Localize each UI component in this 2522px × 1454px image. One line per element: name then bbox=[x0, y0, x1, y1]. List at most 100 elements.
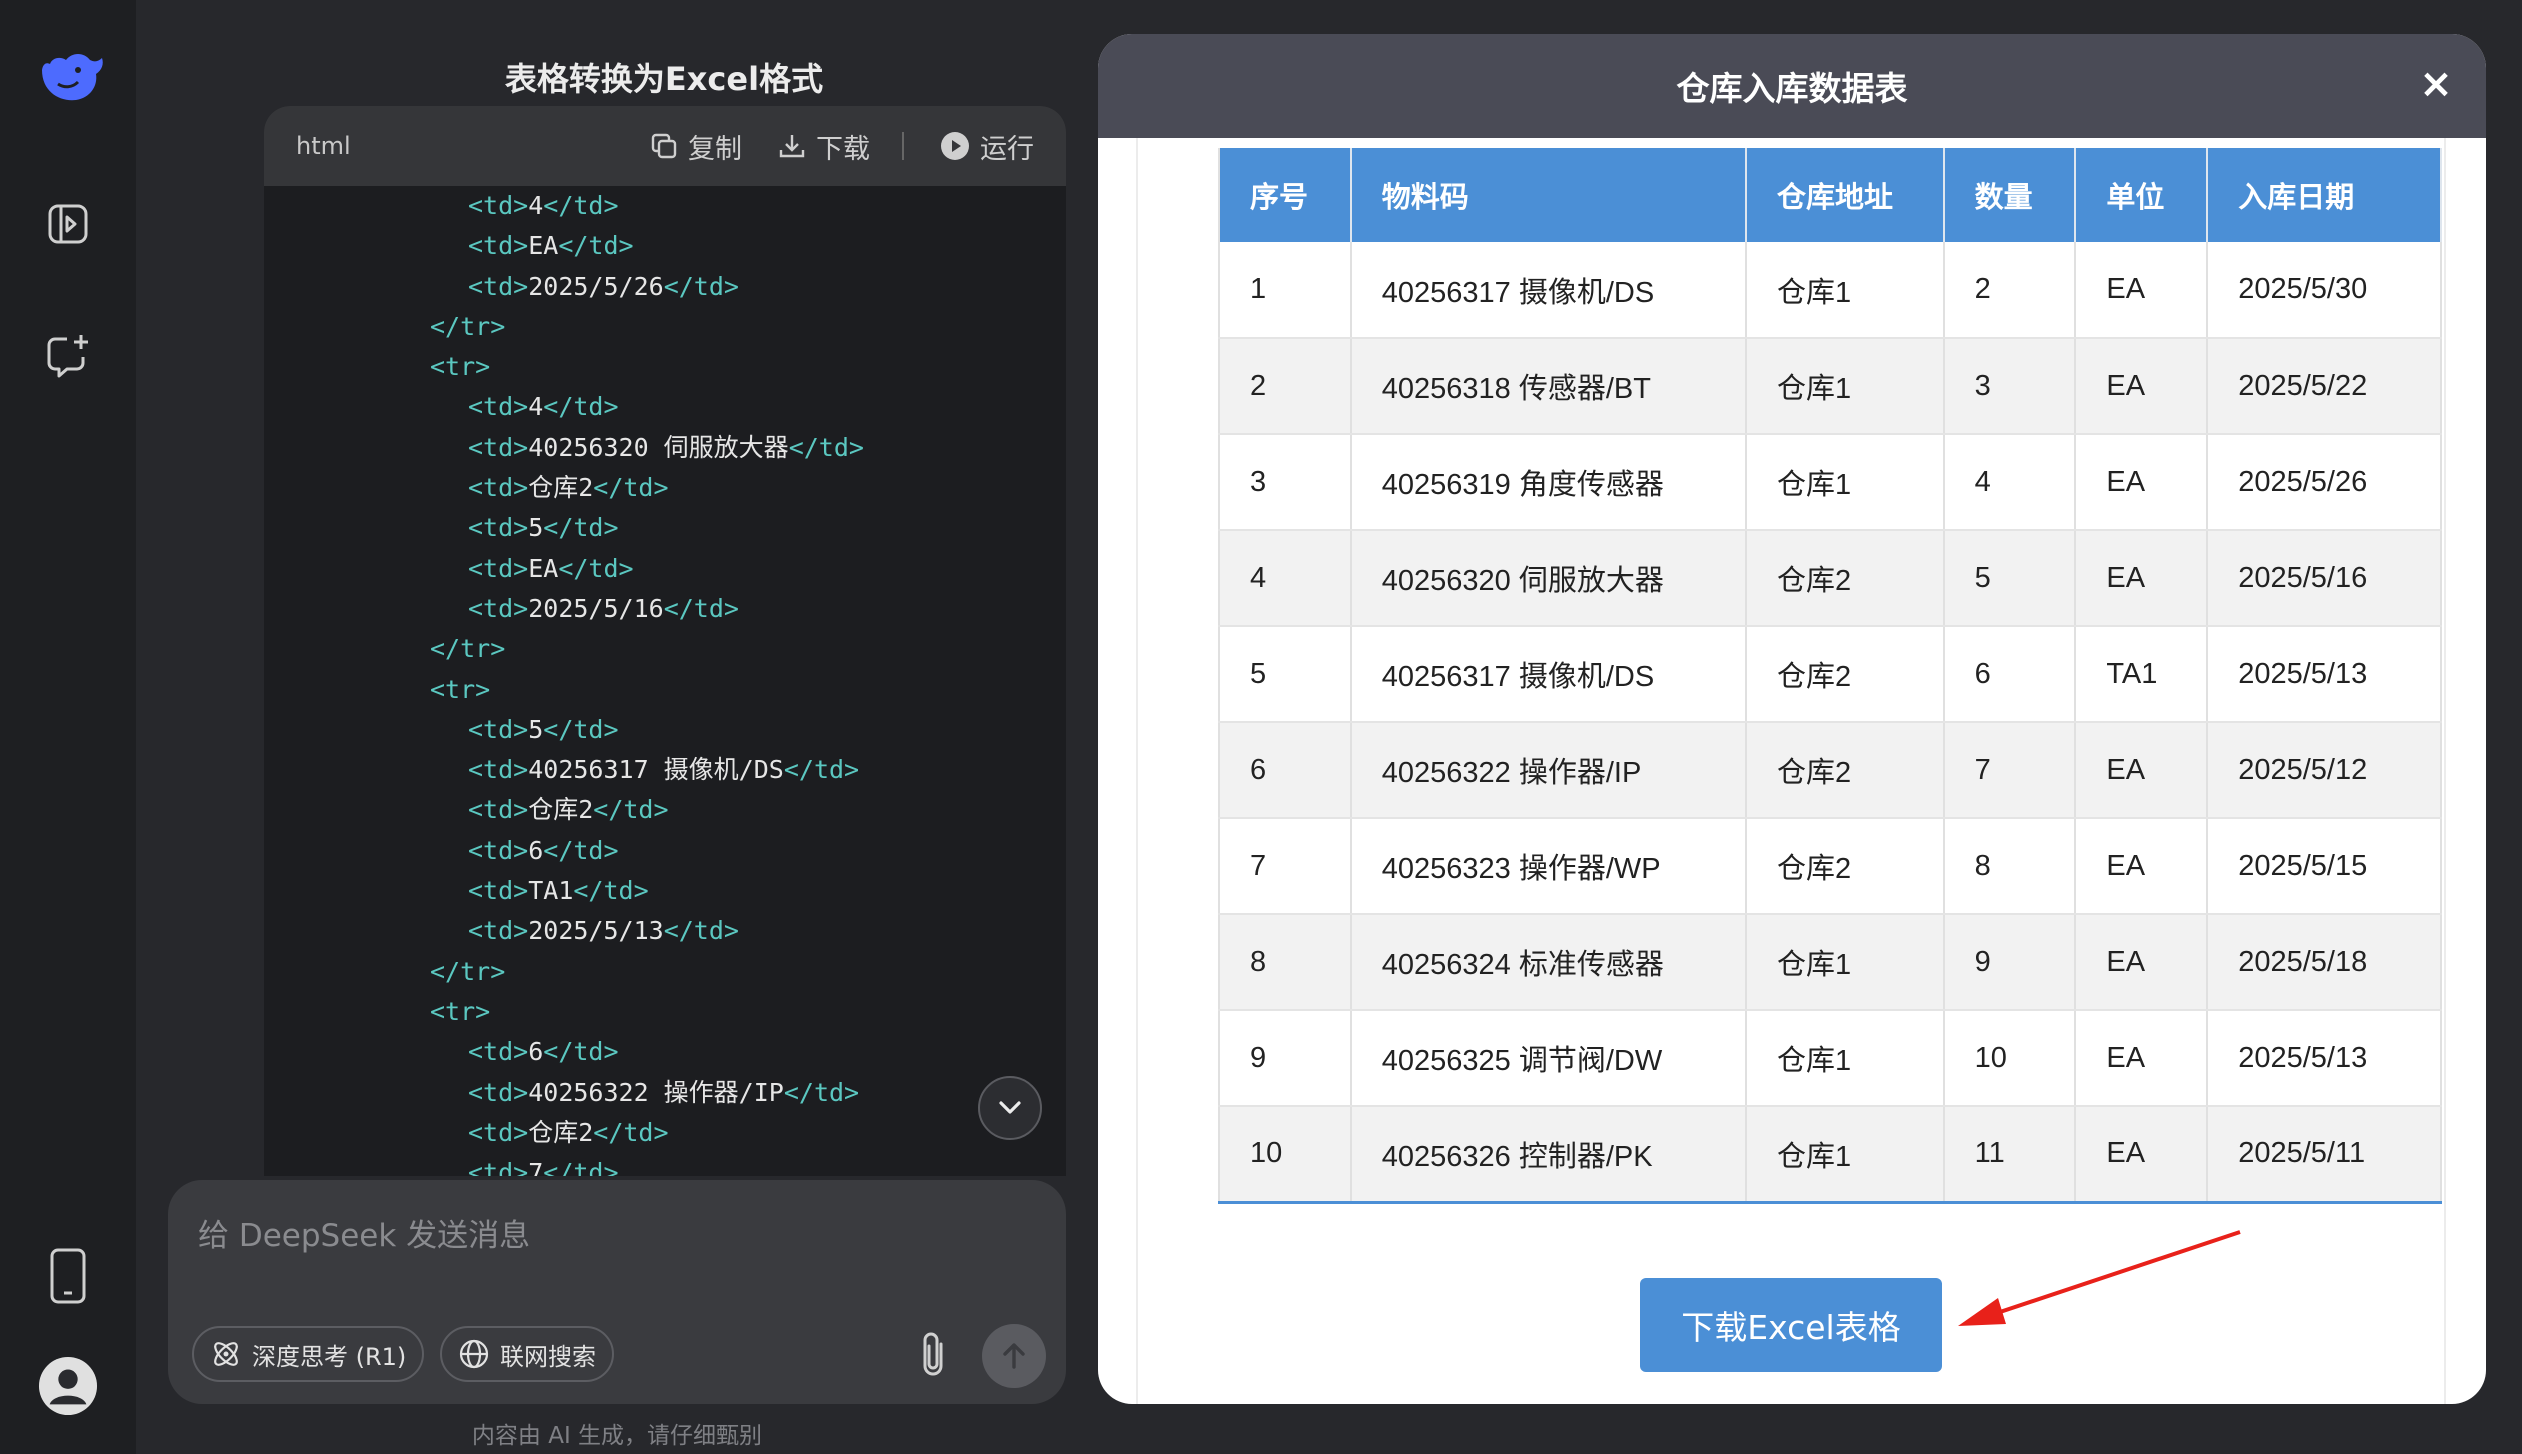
annotation-arrow bbox=[1958, 1230, 2241, 1326]
copy-button[interactable]: 复制 bbox=[650, 127, 742, 166]
table-cell: 4 bbox=[1943, 434, 2077, 531]
column-header[interactable]: 数量 bbox=[1943, 148, 2077, 242]
code-tag-close: </td> bbox=[663, 271, 739, 301]
warehouse-table: 序号 物料码 仓库地址 数量 单位 入库日期 1 40256317 摄像机/DS 仓库1 2 EA… bbox=[1218, 148, 2442, 1204]
phone-icon[interactable] bbox=[38, 1246, 98, 1306]
scroll-to-bottom-button[interactable] bbox=[978, 1076, 1042, 1140]
table-cell: 仓库1 bbox=[1746, 1106, 1945, 1204]
code-tag-open: </tr> bbox=[430, 634, 506, 664]
code-line: <td>6</td> bbox=[264, 1032, 1066, 1072]
column-header[interactable]: 单位 bbox=[2075, 148, 2209, 242]
send-button[interactable] bbox=[982, 1324, 1046, 1388]
table-cell: TA1 bbox=[2075, 626, 2209, 723]
table-cell: 仓库1 bbox=[1746, 1010, 1945, 1107]
code-tag-close: </td> bbox=[788, 432, 864, 462]
code-line: </tr> bbox=[264, 307, 1066, 347]
code-content: <td>4</td> <td>EA</td> <td>2025/5/26</td> <… bbox=[264, 186, 1066, 1176]
column-header[interactable]: 入库日期 bbox=[2207, 148, 2442, 242]
table-cell: 40256317 摄像机/DS bbox=[1350, 242, 1748, 339]
code-line: <td>2025/5/16</td> bbox=[264, 589, 1066, 629]
table-cell: 2025/5/26 bbox=[2207, 434, 2442, 531]
table-cell: 仓库2 bbox=[1746, 818, 1945, 915]
table-cell: 2025/5/12 bbox=[2207, 722, 2442, 819]
avatar-icon[interactable] bbox=[38, 1356, 98, 1416]
code-text: 仓库2 bbox=[528, 1117, 594, 1147]
code-tag-open: <td> bbox=[468, 191, 529, 220]
code-tag-open: <tr> bbox=[430, 674, 491, 704]
deepseek-logo[interactable] bbox=[32, 40, 108, 110]
download-code-button[interactable]: 下载 bbox=[778, 127, 870, 166]
code-text: 6 bbox=[528, 835, 544, 865]
table-cell: EA bbox=[2075, 530, 2209, 627]
modal-title: 仓库入库数据表 bbox=[1676, 69, 1908, 108]
code-tag-open: </tr> bbox=[430, 956, 506, 986]
column-header[interactable]: 物料码 bbox=[1350, 148, 1748, 242]
download-icon bbox=[779, 135, 805, 158]
code-text: 仓库2 bbox=[528, 473, 594, 503]
left-rail bbox=[0, 0, 136, 1454]
code-tag-open: <td> bbox=[468, 513, 529, 543]
table-cell: 2025/5/22 bbox=[2207, 338, 2442, 435]
code-line: <td>EA</td> bbox=[264, 226, 1066, 266]
code-tag-close: </td> bbox=[783, 1077, 860, 1107]
table-cell: 2025/5/30 bbox=[2207, 242, 2442, 339]
table-cell: 4 bbox=[1218, 530, 1352, 627]
table-cell: 7 bbox=[1218, 818, 1352, 915]
code-line: <td>5</td> bbox=[264, 508, 1066, 548]
table-body: 1 40256317 摄像机/DS 仓库1 2 EA 2025/5/30 2 40256318… bbox=[1218, 242, 2442, 1204]
code-line: <td>4</td> bbox=[264, 186, 1066, 226]
code-tag-open: <tr> bbox=[430, 352, 491, 382]
run-icon bbox=[941, 132, 969, 160]
toolbar-divider bbox=[902, 132, 904, 160]
ai-disclaimer: 内容由 AI 生成，请仔细甄别 bbox=[471, 1423, 763, 1449]
table-cell: 11 bbox=[1943, 1106, 2077, 1204]
code-tag-close: </td> bbox=[573, 876, 649, 906]
code-block: html 复制 下载 运行 <td>4</td> <td>EA</td> <td>2… bbox=[264, 106, 1066, 1176]
code-line: <td>TA1</td> bbox=[264, 871, 1066, 911]
table-cell: 40256317 摄像机/DS bbox=[1350, 626, 1748, 723]
table-row: 4 40256320 伺服放大器 仓库2 5 EA 2025/5/16 bbox=[1218, 530, 2442, 627]
table-cell: 40256323 操作器/WP bbox=[1350, 818, 1748, 915]
web-search-toggle[interactable]: 联网搜索 bbox=[440, 1326, 614, 1382]
code-tag-close: </td> bbox=[663, 593, 739, 623]
table-cell: 8 bbox=[1218, 914, 1352, 1011]
code-tag-close: </td> bbox=[558, 231, 634, 261]
message-input[interactable]: 给 DeepSeek 发送消息 bbox=[198, 1210, 530, 1255]
code-line: <td>40256317 摄像机/DS</td> bbox=[264, 750, 1066, 790]
attach-button[interactable] bbox=[908, 1328, 958, 1382]
table-cell: 2025/5/11 bbox=[2207, 1106, 2442, 1204]
code-tag-open: <td> bbox=[468, 1037, 529, 1067]
table-cell: 40256326 控制器/PK bbox=[1350, 1106, 1748, 1204]
code-line: </tr> bbox=[264, 629, 1066, 669]
code-line: <tr> bbox=[264, 992, 1066, 1032]
column-header[interactable]: 序号 bbox=[1218, 148, 1352, 242]
table-cell: 10 bbox=[1943, 1010, 2077, 1107]
new-chat-icon[interactable] bbox=[38, 326, 98, 386]
preview-modal: 仓库入库数据表 × 序号 物料码 仓库地址 数量 单位 入库日期 1 40256317 摄像… bbox=[1098, 34, 2486, 1404]
download-excel-button[interactable]: 下载Excel表格 bbox=[1640, 1278, 1942, 1372]
table-cell: 仓库1 bbox=[1746, 242, 1945, 339]
deep-think-toggle[interactable]: 深度思考 (R1) bbox=[192, 1326, 425, 1382]
table-cell: 5 bbox=[1218, 626, 1352, 723]
code-tag-open: <td> bbox=[468, 271, 529, 301]
code-tag-open: <td> bbox=[468, 795, 529, 825]
code-line: <td>4</td> bbox=[264, 387, 1066, 427]
table-cell: 2025/5/16 bbox=[2207, 530, 2442, 627]
table-cell: EA bbox=[2075, 338, 2209, 435]
code-line: <td>EA</td> bbox=[264, 549, 1066, 589]
column-header[interactable]: 仓库地址 bbox=[1746, 148, 1945, 242]
code-text: 40256320 伺服放大器 bbox=[528, 432, 789, 462]
code-tag-open: <td> bbox=[468, 714, 529, 744]
table-cell: 40256324 标准传感器 bbox=[1350, 914, 1748, 1011]
sidebar-toggle-icon[interactable] bbox=[38, 194, 98, 254]
web-search-label: 联网搜索 bbox=[500, 1342, 596, 1371]
table-cell: 40256320 伺服放大器 bbox=[1350, 530, 1748, 627]
code-text: 40256317 摄像机/DS bbox=[528, 755, 784, 785]
close-icon[interactable]: × bbox=[2416, 64, 2456, 104]
table-cell: 8 bbox=[1943, 818, 2077, 915]
code-tag-open: <tr> bbox=[430, 996, 491, 1026]
run-button[interactable]: 运行 bbox=[940, 127, 1034, 166]
code-tag-open: <td> bbox=[468, 876, 529, 906]
code-tag-open: <td> bbox=[468, 392, 529, 422]
code-text: 2025/5/26 bbox=[528, 271, 664, 301]
